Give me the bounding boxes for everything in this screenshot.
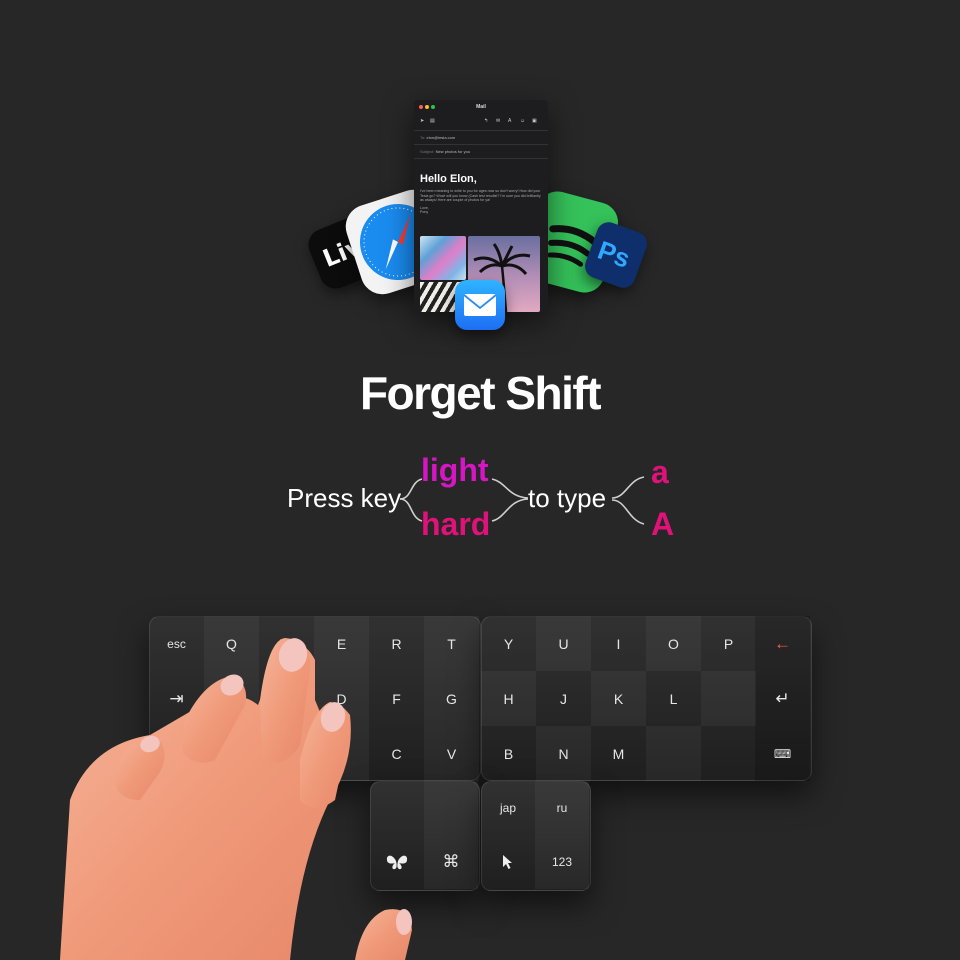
key-v[interactable]: V	[424, 726, 479, 781]
backspace-key[interactable]: ←	[755, 616, 810, 671]
key-b[interactable]: B	[481, 726, 536, 781]
photo-icon[interactable]: ▣	[532, 118, 537, 124]
key-u[interactable]: U	[536, 616, 591, 671]
cursor-key[interactable]	[481, 835, 535, 889]
key-a[interactable]: A	[204, 671, 259, 726]
key-q[interactable]: Q	[204, 616, 259, 671]
subject-label: Subject:	[420, 149, 435, 154]
return-key[interactable]: ↵	[755, 671, 810, 726]
reply-icon[interactable]: ↰	[484, 118, 488, 124]
key-z[interactable]: Z	[259, 726, 314, 781]
mail-greeting: Hello Elon,	[420, 173, 477, 185]
mail-window-title: Mail	[476, 104, 486, 110]
emoji-icon[interactable]: ☺	[520, 118, 525, 124]
key-n[interactable]: N	[536, 726, 591, 781]
blank-key-right-row3-1[interactable]	[646, 726, 701, 781]
to-value: elon@tesla.com	[426, 135, 456, 140]
key-r[interactable]: R	[369, 616, 424, 671]
mail-body[interactable]: I've been meaning to write to you for ag…	[414, 189, 548, 215]
format-icon[interactable]: A	[508, 118, 511, 124]
tab-key[interactable]: ⇥	[149, 671, 204, 726]
key-m[interactable]: M	[591, 726, 646, 781]
blank-key-left-row3-2[interactable]	[204, 726, 259, 781]
abstract-photo[interactable]	[420, 236, 466, 280]
key-y[interactable]: Y	[481, 616, 536, 671]
mail-titlebar: Mail	[414, 100, 548, 118]
japanese-layout-key[interactable]: jap	[481, 781, 535, 835]
subject-value: New photos for you	[435, 149, 471, 154]
numbers-key[interactable]: 123	[535, 835, 589, 889]
butterfly-icon	[386, 855, 408, 870]
key-i[interactable]: I	[591, 616, 646, 671]
attach-icon[interactable]: ✉	[496, 118, 500, 124]
mail-body-paragraph: I've been meaning to write to you for ag…	[420, 189, 541, 203]
key-p[interactable]: P	[701, 616, 756, 671]
thumb-left-blank-2[interactable]	[424, 781, 478, 835]
to-label: To:	[420, 135, 426, 140]
blank-key-left-row3-1[interactable]	[149, 726, 204, 781]
subject-field[interactable]: Subject: New photos for you	[414, 144, 548, 159]
thumb-left-blank-1[interactable]	[370, 781, 424, 835]
to-field[interactable]: To: elon@tesla.com	[414, 130, 548, 144]
cursor-icon	[503, 855, 512, 869]
mail-app-icon	[455, 280, 505, 330]
mail-signature: Pony	[420, 210, 429, 215]
key-j[interactable]: J	[536, 671, 591, 726]
key-h[interactable]: H	[481, 671, 536, 726]
key-w[interactable]: W	[259, 616, 314, 671]
header-icon[interactable]: ▤	[430, 118, 435, 124]
key-e[interactable]: E	[314, 616, 369, 671]
command-key[interactable]: ⌘	[424, 835, 478, 889]
key-l[interactable]: L	[646, 671, 701, 726]
key-f[interactable]: F	[369, 671, 424, 726]
russian-layout-key[interactable]: ru	[535, 781, 589, 835]
key-s[interactable]: S	[259, 671, 314, 726]
key-c[interactable]: C	[369, 726, 424, 781]
send-icon[interactable]: ➤	[420, 118, 424, 124]
keyboard-hide-key[interactable]: ⌨	[755, 726, 810, 781]
esc-key[interactable]: esc	[149, 616, 204, 671]
key-k[interactable]: K	[591, 671, 646, 726]
key-o[interactable]: O	[646, 616, 701, 671]
key-x[interactable]: X	[314, 726, 369, 781]
envelope-icon	[463, 294, 497, 316]
key-g[interactable]: G	[424, 671, 479, 726]
key-t[interactable]: T	[424, 616, 479, 671]
butterfly-key[interactable]	[370, 835, 424, 889]
blank-key-right-row3-2[interactable]	[701, 726, 756, 781]
blank-key-right-row2[interactable]	[701, 671, 756, 726]
mail-toolbar: ➤ ▤ ↰ ✉ A ☺ ▣	[414, 118, 548, 130]
key-d[interactable]: D	[314, 671, 369, 726]
